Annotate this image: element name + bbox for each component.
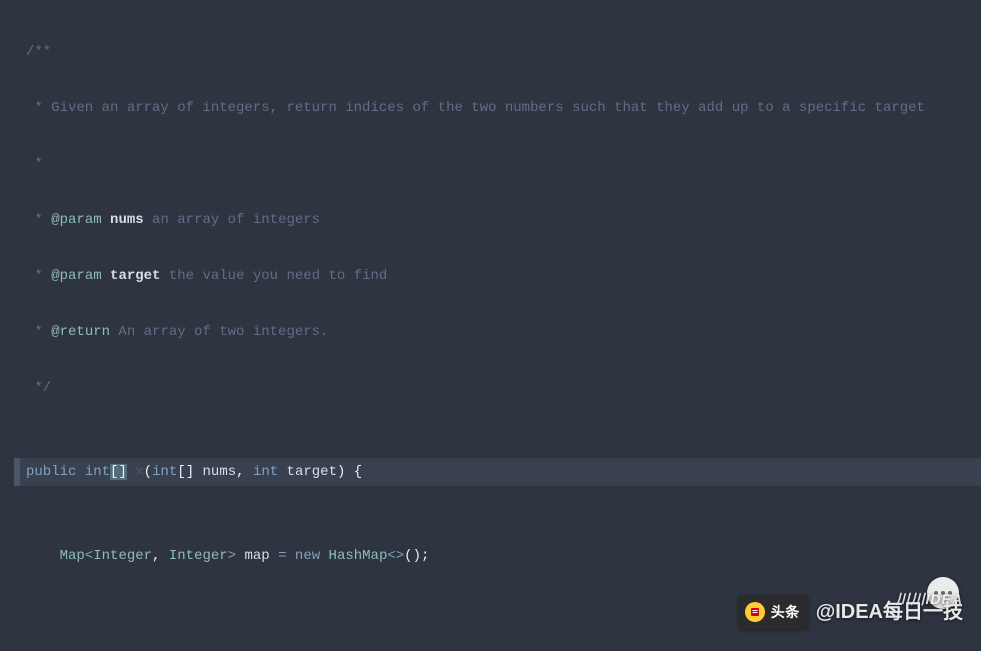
code-line: */ xyxy=(14,374,981,402)
cursor-placeholder: x xyxy=(135,464,143,480)
code-line: * @param nums an array of integers xyxy=(14,206,981,234)
code-line: * @param target the value you need to fi… xyxy=(14,262,981,290)
code-editor[interactable]: /** * Given an array of integers, return… xyxy=(0,0,981,651)
code-line: * Given an array of integers, return ind… xyxy=(14,94,981,122)
code-line: * @return An array of two integers. xyxy=(14,318,981,346)
code-line-blank xyxy=(14,626,981,651)
code-line: * xyxy=(14,150,981,178)
code-line: Map<Integer, Integer> map = new HashMap<… xyxy=(14,542,981,570)
code-line: /** xyxy=(14,38,981,66)
watermark-overlay-text: 川川IDEA xyxy=(896,585,963,613)
code-line-current[interactable]: public int[] x(int[] nums, int target) { xyxy=(14,458,981,486)
